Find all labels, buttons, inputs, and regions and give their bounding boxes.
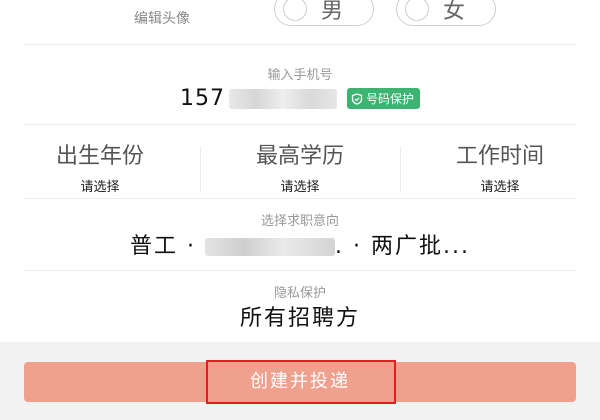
divider <box>24 270 576 271</box>
number-protect-badge[interactable]: 号码保护 <box>346 88 420 109</box>
divider <box>24 198 576 199</box>
number-protect-label: 号码保护 <box>365 92 414 106</box>
edit-avatar-label[interactable]: 编辑头像 <box>134 8 190 28</box>
phone-title: 输入手机号 <box>267 68 333 83</box>
gender-male-label: 男 <box>321 0 344 24</box>
education-select[interactable]: 最高学历 请选择 <box>200 138 400 195</box>
phone-number-redacted <box>228 88 337 109</box>
work-time-value: 请选择 <box>480 180 520 195</box>
radio-circle-icon <box>405 0 429 21</box>
gender-male-radio[interactable]: 男 <box>274 0 374 26</box>
shield-icon <box>351 92 363 105</box>
birth-year-label: 出生年份 <box>55 144 144 169</box>
intent-redacted <box>205 238 336 256</box>
privacy-select[interactable]: 所有招聘方 <box>0 300 600 332</box>
annotation-highlight-box <box>206 360 396 404</box>
job-intent-select[interactable]: 普工 · . · 两广批... <box>0 228 600 260</box>
education-label: 最高学历 <box>255 144 344 169</box>
radio-circle-icon <box>283 0 307 21</box>
work-time-label: 工作时间 <box>455 144 544 169</box>
gender-female-radio[interactable]: 女 <box>396 0 496 26</box>
work-time-select[interactable]: 工作时间 请选择 <box>400 138 600 195</box>
gender-female-label: 女 <box>443 0 466 24</box>
intent-part1: 普工 · <box>130 234 206 259</box>
birth-year-value: 请选择 <box>80 180 120 195</box>
birth-year-select[interactable]: 出生年份 请选择 <box>0 138 200 195</box>
education-value: 请选择 <box>280 180 320 195</box>
divider <box>24 124 576 125</box>
divider <box>24 44 576 45</box>
profile-fields-row: 出生年份 请选择 最高学历 请选择 工作时间 请选择 <box>0 138 600 195</box>
intent-title: 选择求职意向 <box>260 214 339 229</box>
phone-field[interactable]: 157 号码保护 <box>0 86 600 111</box>
intent-part2: . · 两广批... <box>335 234 470 259</box>
privacy-title: 隐私保护 <box>273 286 326 301</box>
phone-number: 157 <box>179 86 225 111</box>
